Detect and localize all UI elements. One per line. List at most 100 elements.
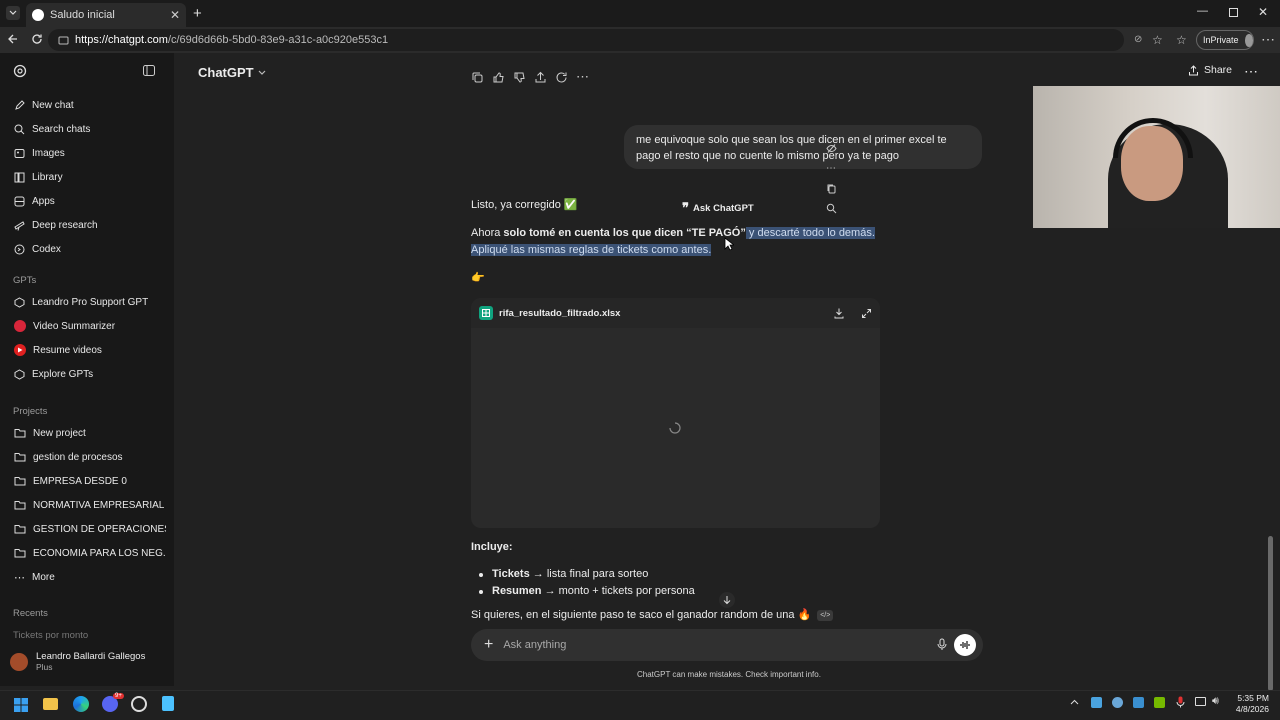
webcam-headset [1113, 118, 1193, 158]
sidebar-item-label: Leandro Pro Support GPT [32, 296, 149, 308]
volume-icon[interactable]: 🔊︎ [1212, 695, 1219, 708]
favorite-star-icon[interactable]: ☆ [1152, 33, 1163, 47]
regenerate-icon[interactable] [555, 69, 568, 85]
sidebar-item-label: Library [32, 171, 63, 183]
edge-browser-icon[interactable] [73, 696, 89, 712]
message-actions: ⋯ [471, 69, 589, 85]
list-item: Tickets → lista final para sorteo [478, 568, 648, 580]
disclaimer-text: ChatGPT can make mistakes. Check importa… [637, 670, 821, 679]
more-options-icon[interactable]: ⋯ [576, 69, 589, 85]
recents-heading: Recents [13, 608, 48, 619]
tray-app-icon[interactable] [1091, 697, 1102, 708]
projects-heading: Projects [13, 406, 48, 417]
sidebar-item-project[interactable]: GESTION DE OPERACIONES [8, 518, 166, 540]
sidebar-item-codex[interactable]: Codex [8, 238, 166, 260]
address-bar[interactable]: https://chatgpt.com/c/69d6d66b-5bd0-83e9… [48, 29, 1124, 51]
chrome-icon[interactable] [131, 696, 147, 712]
sidebar-item-project[interactable]: EMPRESA DESDE 0 [8, 470, 166, 492]
file-name: rifa_resultado_filtrado.xlsx [499, 307, 621, 319]
share-button[interactable]: Share [1188, 64, 1232, 76]
chatgpt-favicon-icon [32, 9, 44, 21]
code-icon[interactable]: </> [817, 610, 834, 621]
notepad-icon[interactable] [162, 696, 174, 711]
pointing-emoji: 👉 [471, 272, 485, 284]
plus-icon[interactable]: + [484, 636, 493, 654]
clock-time: 5:35 PM [1237, 693, 1269, 703]
conversation-options-icon[interactable]: ⋯ [1244, 63, 1258, 80]
sidebar-item-project[interactable]: gestion de procesos [8, 446, 166, 468]
microphone-tray-icon[interactable] [1176, 696, 1185, 708]
thumbs-down-icon[interactable] [513, 69, 526, 85]
voice-mode-button[interactable] [954, 634, 976, 656]
scrollbar-thumb[interactable] [1268, 536, 1273, 691]
new-tab-icon[interactable]: + [193, 5, 202, 22]
sidebar-item-explore-gpts[interactable]: Explore GPTs [8, 363, 166, 385]
microphone-icon[interactable] [937, 638, 947, 651]
ask-chatgpt-button[interactable]: ❞ Ask ChatGPT [674, 199, 762, 217]
sidebar-item-resume-videos[interactable]: Resume videos [8, 339, 166, 361]
folder-icon [14, 500, 26, 510]
close-window-icon[interactable]: ✕ [1258, 5, 1268, 19]
sidebar-item-new-project[interactable]: New project [8, 422, 166, 444]
copy-icon[interactable] [471, 69, 484, 85]
tracking-prevention-icon[interactable]: ⊘ [1134, 34, 1142, 45]
network-icon[interactable] [1195, 697, 1206, 706]
openai-logo-icon[interactable] [13, 64, 27, 78]
sidebar-item-images[interactable]: Images [8, 142, 166, 164]
chevron-down-icon [258, 70, 266, 76]
file-explorer-icon[interactable] [43, 698, 58, 710]
site-info-icon[interactable] [58, 35, 69, 46]
back-icon[interactable] [7, 33, 19, 45]
sidebar-item-deep-research[interactable]: Deep research [8, 214, 166, 236]
recent-chat-item[interactable]: Tickets por monto [13, 630, 88, 641]
sidebar-item-leandro-pro-support-gpt[interactable]: Leandro Pro Support GPT [8, 291, 166, 313]
share-message-icon[interactable] [534, 69, 547, 85]
tab-actions-icon[interactable] [6, 6, 20, 20]
inprivate-badge[interactable]: InPrivate [1196, 30, 1254, 50]
favorites-icon[interactable]: ☆ [1176, 33, 1187, 47]
user-profile[interactable]: Leandro Ballardi Gallegos Plus [10, 651, 145, 672]
sidebar: New chat Search chats Images Library App… [0, 53, 174, 686]
reply-line-2-selected: y descarté todo lo demás. [745, 227, 875, 239]
library-icon [14, 172, 25, 183]
download-icon[interactable] [833, 307, 845, 319]
minimize-icon[interactable]: — [1197, 5, 1208, 17]
tab-title: Saludo inicial [50, 9, 115, 21]
file-preview-card[interactable]: rifa_resultado_filtrado.xlsx [471, 298, 880, 528]
tray-chevron-up-icon[interactable] [1070, 699, 1079, 705]
scroll-down-icon[interactable] [719, 592, 735, 608]
hide-icon[interactable] [825, 143, 837, 154]
close-tab-icon[interactable]: ✕ [170, 8, 180, 22]
sidebar-item-library[interactable]: Library [8, 166, 166, 188]
model-selector[interactable]: ChatGPT [198, 65, 266, 80]
windows-start-icon[interactable] [14, 698, 28, 712]
sidebar-item-project[interactable]: ECONOMIA PARA LOS NEG... [8, 542, 166, 564]
sidebar-item-video-summarizer[interactable]: Video Summarizer [8, 315, 166, 337]
sidebar-item-search-chats[interactable]: Search chats [8, 118, 166, 140]
sidebar-item-apps[interactable]: Apps [8, 190, 166, 212]
refresh-icon[interactable] [31, 33, 43, 45]
tray-app-icon[interactable] [1133, 697, 1144, 708]
reply-line-2: Ahora solo tomé en cuenta los que dicen … [471, 225, 875, 242]
sidebar-item-project[interactable]: NORMATIVA EMPRESARIAL [8, 494, 166, 516]
restore-icon[interactable] [1229, 8, 1238, 17]
browser-tab[interactable]: Saludo inicial ✕ [26, 3, 186, 27]
copy-icon[interactable] [826, 183, 837, 194]
expand-icon[interactable] [861, 308, 872, 319]
close-sidebar-icon[interactable] [143, 65, 155, 76]
sidebar-item-more[interactable]: ⋯ More [8, 566, 166, 588]
more-dots-icon[interactable]: ⋯ [826, 163, 836, 174]
apps-icon [14, 196, 25, 207]
prompt-input[interactable] [503, 639, 904, 651]
sidebar-item-new-chat[interactable]: New chat [8, 94, 166, 116]
spreadsheet-icon [479, 306, 493, 320]
includes-heading: Incluye: [471, 541, 513, 553]
browser-menu-icon[interactable]: ⋯ [1261, 31, 1275, 48]
sidebar-item-label: Explore GPTs [32, 368, 94, 380]
steam-icon[interactable] [1112, 697, 1123, 708]
search-icon[interactable] [826, 203, 837, 214]
nvidia-icon[interactable] [1154, 697, 1165, 708]
sidebar-item-label: Codex [32, 243, 61, 255]
thumbs-up-icon[interactable] [492, 69, 505, 85]
system-clock[interactable]: 5:35 PM 4/8/2026 [1227, 693, 1269, 715]
